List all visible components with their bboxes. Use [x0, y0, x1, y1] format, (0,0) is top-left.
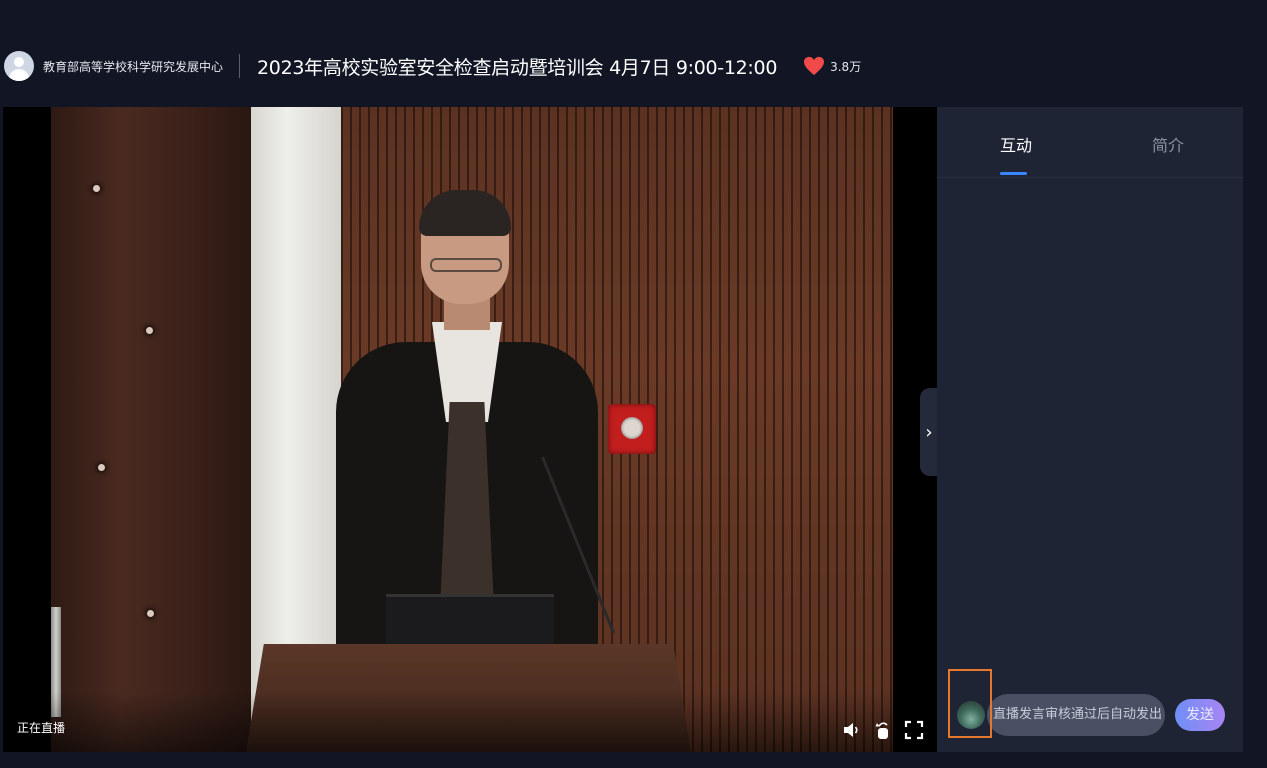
wall-stud	[98, 464, 105, 471]
avatar-head	[14, 57, 24, 67]
header-divider	[239, 54, 241, 78]
fullscreen-icon[interactable]	[904, 720, 924, 740]
live-stream-page: 教育部高等学校科学研究发展中心 2023年高校实验室安全检查启动暨培训会 4月7…	[0, 0, 1267, 768]
like-count: 3.8万	[830, 59, 862, 74]
sidebar-tabs: 互动 简介	[937, 107, 1243, 178]
header-bar: 教育部高等学校科学研究发展中心 2023年高校实验室安全检查启动暨培训会 4月7…	[0, 40, 1267, 92]
active-tab-indicator	[1000, 172, 1027, 175]
live-status-label: 正在直播	[17, 721, 66, 735]
speaker-glasses	[430, 258, 502, 272]
avatar-body	[9, 69, 29, 81]
chat-input-placeholder: 直播发言审核通过后自动发出	[993, 707, 1163, 722]
chevron-right-icon: ›	[925, 421, 933, 443]
event-title: 2023年高校实验室安全检查启动暨培训会 4月7日 9:00-12:00	[257, 56, 778, 79]
user-avatar[interactable]	[957, 701, 985, 729]
video-frame	[51, 107, 893, 752]
video-controls-bar: 正在直播	[3, 692, 937, 752]
fire-alarm	[608, 404, 656, 454]
wall-stud	[146, 327, 153, 334]
tab-interaction[interactable]: 互动	[1000, 132, 1032, 156]
interaction-sidebar: 互动 简介 直播发言审核通过后自动发出 发送	[937, 107, 1243, 752]
wall-stud	[147, 610, 154, 617]
volume-icon[interactable]	[842, 720, 862, 740]
rotate-icon[interactable]	[873, 720, 893, 740]
org-name[interactable]: 教育部高等学校科学研究发展中心	[43, 58, 223, 75]
wall-panel-left	[51, 107, 251, 752]
org-avatar[interactable]	[4, 51, 34, 81]
speaker-hair	[419, 190, 511, 236]
laptop	[386, 594, 554, 649]
chat-input[interactable]: 直播发言审核通过后自动发出	[987, 694, 1165, 736]
chat-input-row: 直播发言审核通过后自动发出 发送	[937, 694, 1243, 736]
wall-stud	[93, 185, 100, 192]
tab-intro[interactable]: 简介	[1152, 132, 1184, 156]
heart-icon[interactable]	[803, 56, 825, 76]
video-player[interactable]: 正在直播	[3, 107, 937, 752]
collapse-sidebar-button[interactable]: ›	[920, 388, 938, 476]
send-button[interactable]: 发送	[1175, 699, 1225, 731]
